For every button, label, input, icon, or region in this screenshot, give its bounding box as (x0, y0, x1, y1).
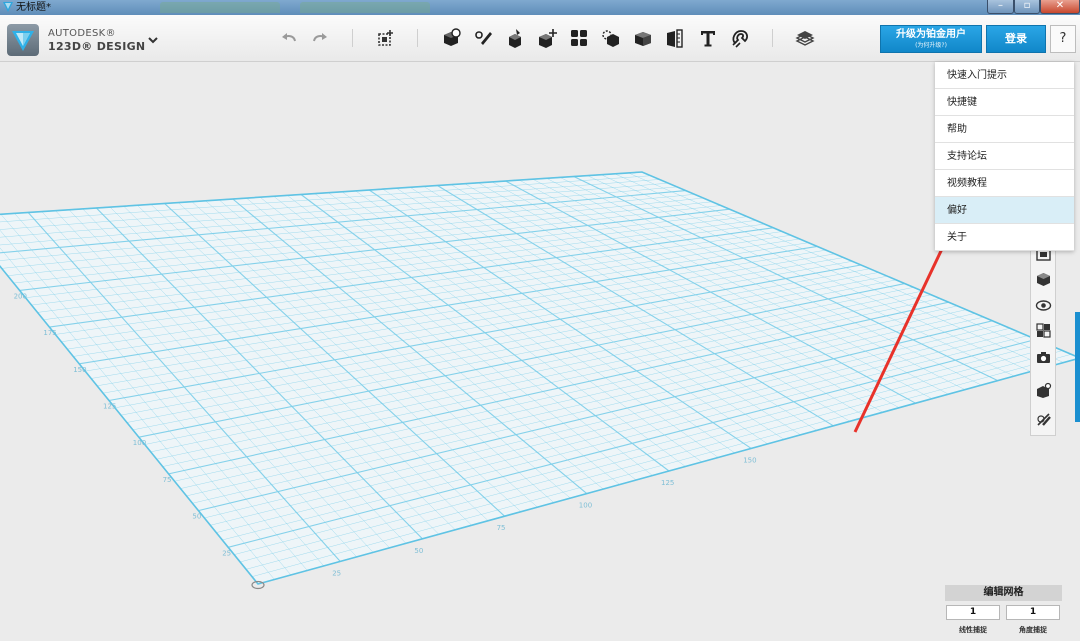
minimize-icon: – (998, 0, 1003, 11)
angle-snap-input[interactable]: 1 (1006, 605, 1060, 620)
maximize-icon: ▫ (1023, 0, 1031, 11)
window-title-bar: 无标题* – ▫ ✕ (0, 0, 1080, 15)
maximize-button[interactable]: ▫ (1014, 0, 1040, 14)
toolbar-separator (352, 29, 353, 47)
sketch-icon (475, 31, 492, 45)
snap-button[interactable] (729, 27, 751, 49)
material-icon (795, 31, 815, 46)
view-navigation-panel (1030, 240, 1056, 436)
modify-button[interactable] (536, 27, 558, 49)
y-tick-label: 25 (222, 549, 231, 557)
help-menu-item[interactable]: 关于 (935, 224, 1074, 251)
help-menu-item[interactable]: 帮助 (935, 116, 1074, 143)
chevron-down-icon[interactable] (146, 33, 160, 47)
construct-icon (509, 29, 521, 48)
measure-icon (667, 29, 683, 48)
primitives-icon (444, 28, 461, 46)
brand-autodesk: AUTODESK® (48, 28, 116, 39)
primitives-button[interactable] (440, 27, 462, 49)
x-tick-label: 75 (497, 524, 506, 532)
edit-grid-title[interactable]: 编辑网格 (945, 585, 1062, 601)
help-menu-item[interactable]: 支持论坛 (935, 143, 1074, 170)
side-panel-tab[interactable] (1075, 312, 1080, 422)
sketch-button[interactable] (472, 27, 494, 49)
transform-button[interactable] (375, 27, 397, 49)
taskbar-tab[interactable] (300, 2, 430, 13)
y-tick-label: 100 (133, 439, 146, 447)
visibility-icon[interactable] (1035, 297, 1052, 314)
combine-button[interactable] (632, 27, 654, 49)
y-tick-label: 50 (192, 513, 201, 521)
pattern-icon (571, 30, 587, 46)
snap-icon (732, 30, 748, 48)
undo-button[interactable] (278, 27, 300, 49)
help-menu-item[interactable]: 视频教程 (935, 170, 1074, 197)
3d-viewport[interactable]: 2550751001251502550751001251501752002252… (0, 62, 1080, 641)
upgrade-button[interactable]: 升级为铂金用户 (为何升级?) (880, 25, 982, 53)
y-tick-label: 75 (163, 476, 172, 484)
toolbar-separator (417, 29, 418, 47)
ground-grid (0, 171, 1080, 590)
close-icon: ✕ (1055, 0, 1065, 11)
angle-snap-label: 角度捕捉 (1019, 626, 1047, 634)
minimize-button[interactable]: – (987, 0, 1014, 14)
x-tick-label: 150 (743, 456, 756, 464)
brand-product: 123D® DESIGN (48, 40, 146, 53)
redo-icon (313, 33, 327, 42)
close-button[interactable]: ✕ (1040, 0, 1080, 14)
grouping-button[interactable] (600, 27, 622, 49)
login-button[interactable]: 登录 (986, 25, 1046, 53)
hide-sketch-icon[interactable] (1035, 411, 1052, 428)
component-icon[interactable] (1035, 382, 1052, 399)
window-title: 无标题* (16, 2, 51, 13)
x-tick-label: 25 (332, 569, 341, 577)
view-cube-icon[interactable] (1035, 271, 1052, 288)
y-tick-label: 200 (14, 292, 27, 300)
help-button[interactable]: ? (1050, 25, 1076, 53)
logo-icon (12, 31, 34, 51)
edit-grid-panel: 编辑网格 1 1 线性捕捉 角度捕捉 (945, 585, 1062, 637)
upgrade-label: 升级为铂金用户 (896, 29, 966, 40)
x-tick-label: 50 (414, 547, 423, 555)
text-icon (701, 31, 715, 47)
help-menu: 快速入门提示 快捷键 帮助 支持论坛 视频教程 偏好 关于 (935, 62, 1074, 251)
x-tick-label: 125 (661, 479, 674, 487)
material-palette-icon[interactable] (1035, 322, 1052, 339)
help-menu-item[interactable]: 快速入门提示 (935, 62, 1074, 89)
material-button[interactable] (794, 27, 816, 49)
linear-snap-label: 线性捕捉 (959, 626, 987, 634)
help-menu-item[interactable]: 偏好 (935, 197, 1074, 224)
combine-icon (635, 32, 651, 46)
pattern-button[interactable] (568, 27, 590, 49)
x-tick-label: 100 (579, 502, 592, 510)
grouping-icon (602, 30, 619, 47)
y-tick-label: 125 (103, 403, 116, 411)
app-logo[interactable] (7, 24, 39, 56)
y-tick-label: 175 (43, 329, 56, 337)
modify-icon (539, 29, 557, 48)
help-menu-item[interactable]: 快捷键 (935, 89, 1074, 116)
construct-button[interactable] (504, 27, 526, 49)
text-button[interactable] (697, 27, 719, 49)
linear-snap-input[interactable]: 1 (946, 605, 1000, 620)
taskbar-tab[interactable] (160, 2, 280, 13)
undo-icon (282, 33, 296, 42)
transform-icon (378, 30, 393, 46)
app-icon (3, 2, 13, 12)
redo-button[interactable] (309, 27, 331, 49)
measure-button[interactable] (664, 27, 686, 49)
toolbar-separator (772, 29, 773, 47)
main-toolbar: AUTODESK® 123D® DESIGN 升级为铂金用户 (为何升级?) 登… (0, 15, 1080, 62)
upgrade-sublabel: (为何升级?) (915, 42, 947, 49)
y-tick-label: 150 (73, 366, 86, 374)
camera-icon[interactable] (1035, 349, 1052, 366)
